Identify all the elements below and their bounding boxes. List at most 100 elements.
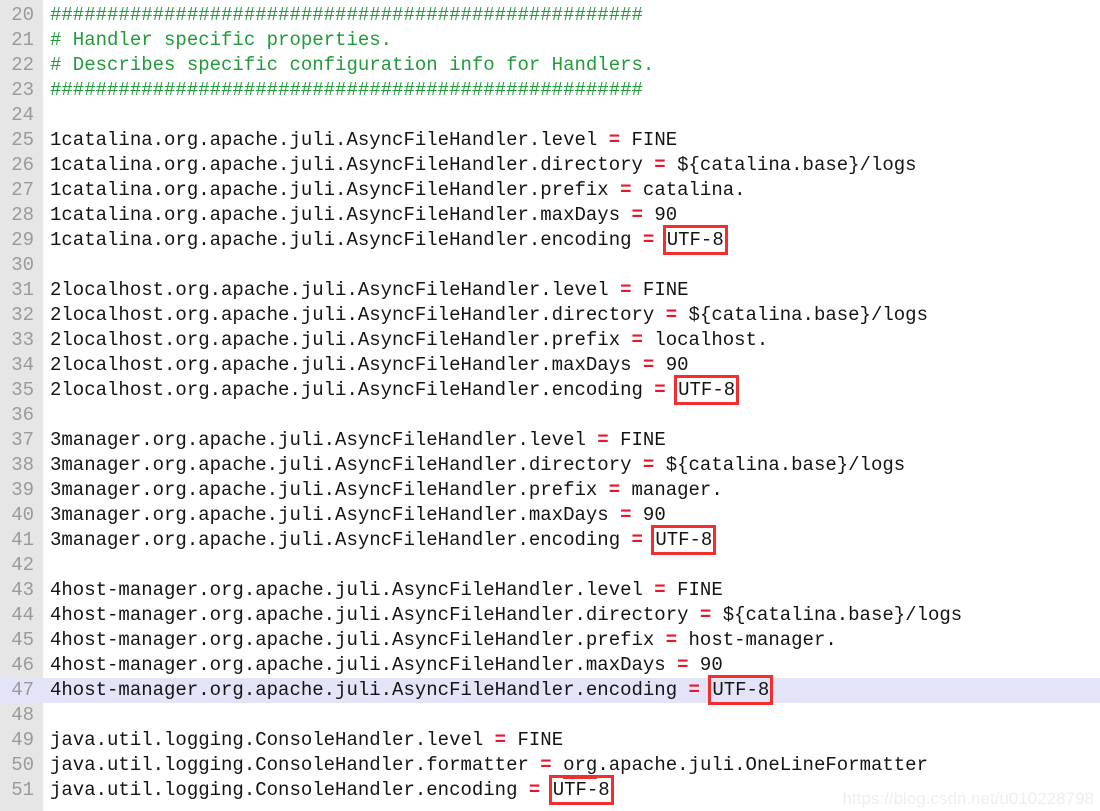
code-line-text[interactable]: 4host-manager.org.apache.juli.AsyncFileH… xyxy=(50,653,723,678)
code-line[interactable]: 28 1catalina.org.apache.juli.AsyncFileHan… xyxy=(0,203,1100,228)
code-line-text[interactable]: 1catalina.org.apache.juli.AsyncFileHandl… xyxy=(50,203,677,228)
code-line-text[interactable]: 3manager.org.apache.juli.AsyncFileHandle… xyxy=(50,478,723,503)
code-line-text[interactable]: java.util.logging.ConsoleHandler.level =… xyxy=(50,728,563,753)
assignment-operator: = xyxy=(631,229,666,251)
code-line[interactable]: 33 2localhost.org.apache.juli.AsyncFileHa… xyxy=(0,328,1100,353)
code-line-text[interactable]: 3manager.org.apache.juli.AsyncFileHandle… xyxy=(50,428,666,453)
code-line-text[interactable]: 1catalina.org.apache.juli.AsyncFileHandl… xyxy=(50,128,677,153)
underlined-value-prefix: org xyxy=(563,754,598,779)
comment-text: # Describes specific configuration info … xyxy=(50,54,655,76)
property-key: 3manager.org.apache.juli.AsyncFileHandle… xyxy=(50,479,598,501)
line-number: 34 xyxy=(11,354,34,376)
assignment-operator: = xyxy=(528,754,564,776)
line-number: 47 xyxy=(11,679,34,701)
code-line-text[interactable]: 1catalina.org.apache.juli.AsyncFileHandl… xyxy=(50,178,746,203)
code-line[interactable]: 27 1catalina.org.apache.juli.AsyncFileHan… xyxy=(0,178,1100,203)
line-number: 35 xyxy=(11,379,34,401)
code-line-text[interactable]: 3manager.org.apache.juli.AsyncFileHandle… xyxy=(50,525,717,555)
property-key: 2localhost.org.apache.juli.AsyncFileHand… xyxy=(50,379,643,401)
code-line[interactable]: 49 java.util.logging.ConsoleHandler.level… xyxy=(0,728,1100,753)
line-number: 21 xyxy=(11,29,34,51)
assignment-operator: = xyxy=(654,629,689,651)
code-line[interactable]: 35 2localhost.org.apache.juli.AsyncFileHa… xyxy=(0,375,1100,405)
comment-text: ########################################… xyxy=(50,4,643,26)
assignment-operator: = xyxy=(483,729,518,751)
code-line[interactable]: 45 4host-manager.org.apache.juli.AsyncFil… xyxy=(0,628,1100,653)
line-number: 48 xyxy=(11,704,34,726)
code-line[interactable]: 42 xyxy=(0,553,1100,578)
property-value: localhost. xyxy=(654,329,769,351)
line-number: 50 xyxy=(11,754,34,776)
code-editor-view[interactable]: 20 ######################################… xyxy=(0,0,1100,811)
code-line-text[interactable]: ########################################… xyxy=(50,3,643,28)
property-value: ${catalina.base}/logs xyxy=(688,304,928,326)
code-line[interactable]: 37 3manager.org.apache.juli.AsyncFileHand… xyxy=(0,428,1100,453)
code-lines-container[interactable]: 20 ######################################… xyxy=(0,0,1100,805)
code-line[interactable]: 50 java.util.logging.ConsoleHandler.forma… xyxy=(0,753,1100,779)
property-key: 3manager.org.apache.juli.AsyncFileHandle… xyxy=(50,504,609,526)
code-line[interactable]: 38 3manager.org.apache.juli.AsyncFileHand… xyxy=(0,453,1100,478)
code-line[interactable]: 41 3manager.org.apache.juli.AsyncFileHand… xyxy=(0,525,1100,555)
line-number: 42 xyxy=(11,554,34,576)
code-line[interactable]: 26 1catalina.org.apache.juli.AsyncFileHan… xyxy=(0,153,1100,178)
code-line[interactable]: 31 2localhost.org.apache.juli.AsyncFileHa… xyxy=(0,278,1100,303)
code-line[interactable]: 43 4host-manager.org.apache.juli.AsyncFil… xyxy=(0,578,1100,603)
property-value: FINE xyxy=(642,279,689,301)
assignment-operator: = xyxy=(620,204,655,226)
property-key: 4host-manager.org.apache.juli.AsyncFileH… xyxy=(50,654,666,676)
assignment-operator: = xyxy=(597,129,632,151)
code-line-text[interactable]: 3manager.org.apache.juli.AsyncFileHandle… xyxy=(50,503,666,528)
code-line-text[interactable]: java.util.logging.ConsoleHandler.formatt… xyxy=(50,753,928,779)
property-key: 4host-manager.org.apache.juli.AsyncFileH… xyxy=(50,604,689,626)
code-line-text[interactable]: 4host-manager.org.apache.juli.AsyncFileH… xyxy=(50,628,837,653)
code-line[interactable]: 29 1catalina.org.apache.juli.AsyncFileHan… xyxy=(0,225,1100,255)
assignment-operator: = xyxy=(631,454,666,476)
code-line[interactable]: 23 ######################################… xyxy=(0,78,1100,103)
code-line[interactable]: 34 2localhost.org.apache.juli.AsyncFileHa… xyxy=(0,353,1100,378)
line-number: 40 xyxy=(11,504,34,526)
code-line-text[interactable]: 4host-manager.org.apache.juli.AsyncFileH… xyxy=(50,603,962,628)
code-line[interactable]: 20 ######################################… xyxy=(0,3,1100,28)
property-value: 90 xyxy=(665,354,689,376)
line-number: 23 xyxy=(11,79,34,101)
code-line-text[interactable]: 2localhost.org.apache.juli.AsyncFileHand… xyxy=(50,278,689,303)
code-line-text[interactable]: # Handler specific properties. xyxy=(50,28,392,53)
code-line-text[interactable]: 1catalina.org.apache.juli.AsyncFileHandl… xyxy=(50,153,917,178)
code-line-text[interactable]: # Describes specific configuration info … xyxy=(50,53,654,78)
line-number: 25 xyxy=(11,129,34,151)
code-line[interactable]: 22 # Describes specific configuration inf… xyxy=(0,53,1100,78)
property-key: 3manager.org.apache.juli.AsyncFileHandle… xyxy=(50,454,632,476)
code-line-text[interactable]: 2localhost.org.apache.juli.AsyncFileHand… xyxy=(50,328,768,353)
property-key: 2localhost.org.apache.juli.AsyncFileHand… xyxy=(50,279,609,301)
code-line-text[interactable]: 2localhost.org.apache.juli.AsyncFileHand… xyxy=(50,375,740,405)
code-line[interactable]: 39 3manager.org.apache.juli.AsyncFileHand… xyxy=(0,478,1100,503)
line-number: 39 xyxy=(11,479,34,501)
watermark-text: https://blog.csdn.net/u010228798 xyxy=(842,789,1094,808)
assignment-operator: = xyxy=(642,379,678,401)
code-line[interactable]: 48 xyxy=(0,703,1100,728)
code-line[interactable]: 47 4host-manager.org.apache.juli.AsyncFil… xyxy=(0,675,1100,705)
code-line[interactable]: 30 xyxy=(0,253,1100,278)
property-value: ${catalina.base}/logs xyxy=(665,454,906,476)
code-line[interactable]: 40 3manager.org.apache.juli.AsyncFileHand… xyxy=(0,503,1100,528)
code-line-text[interactable]: 4host-manager.org.apache.juli.AsyncFileH… xyxy=(50,675,774,705)
code-line[interactable]: 36 xyxy=(0,403,1100,428)
property-value: ${catalina.base}/logs xyxy=(677,154,917,176)
code-line[interactable]: 32 2localhost.org.apache.juli.AsyncFileHa… xyxy=(0,303,1100,328)
code-line-text[interactable]: java.util.logging.ConsoleHandler.encodin… xyxy=(50,775,614,805)
comment-text: ########################################… xyxy=(50,79,643,101)
code-line-text[interactable]: 4host-manager.org.apache.juli.AsyncFileH… xyxy=(50,578,723,603)
code-line[interactable]: 21 # Handler specific properties. xyxy=(0,28,1100,53)
code-line[interactable]: 44 4host-manager.org.apache.juli.AsyncFil… xyxy=(0,603,1100,628)
code-line[interactable]: 24 xyxy=(0,103,1100,128)
code-line-text[interactable]: 3manager.org.apache.juli.AsyncFileHandle… xyxy=(50,453,905,478)
code-line[interactable]: 46 4host-manager.org.apache.juli.AsyncFil… xyxy=(0,653,1100,678)
code-line-text[interactable]: 2localhost.org.apache.juli.AsyncFileHand… xyxy=(50,353,689,378)
line-number: 51 xyxy=(11,779,34,801)
code-line[interactable]: 25 1catalina.org.apache.juli.AsyncFileHan… xyxy=(0,128,1100,153)
code-line-text[interactable]: 1catalina.org.apache.juli.AsyncFileHandl… xyxy=(50,225,728,255)
code-line-text[interactable]: ########################################… xyxy=(50,78,643,103)
property-value: org.apache.juli.OneLineFormatter xyxy=(563,754,928,779)
comment-text: # Handler specific properties. xyxy=(50,29,393,51)
code-line-text[interactable]: 2localhost.org.apache.juli.AsyncFileHand… xyxy=(50,303,928,328)
